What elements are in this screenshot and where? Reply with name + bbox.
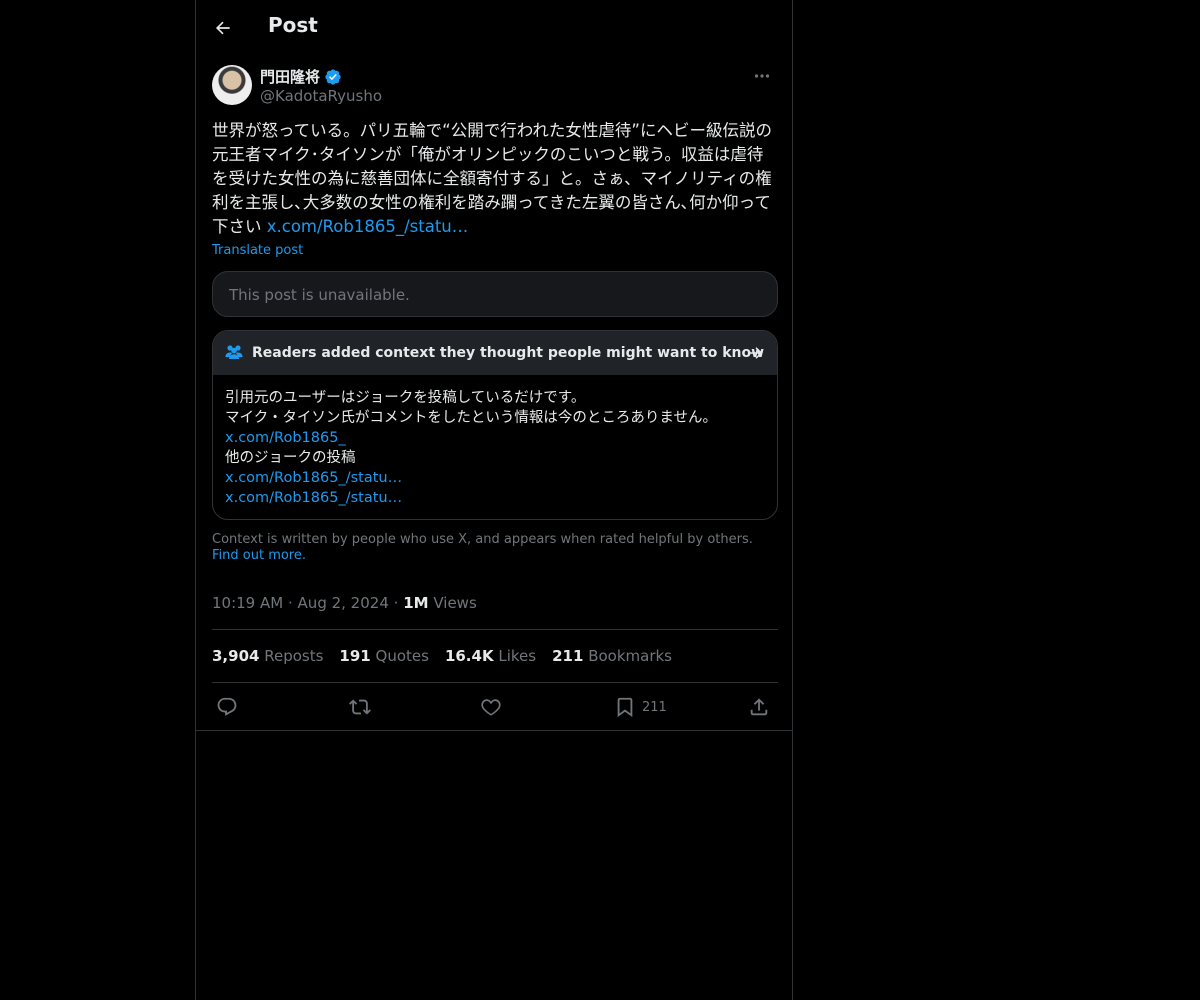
arrow-left-icon bbox=[215, 21, 230, 35]
context-text: Context is written by people who use X, … bbox=[212, 532, 753, 547]
page-title: Post bbox=[268, 13, 318, 37]
reposts-stat[interactable]: 3,904 Reposts bbox=[212, 647, 323, 665]
note-line: 他のジョークの投稿 bbox=[225, 450, 356, 466]
divider bbox=[212, 682, 778, 683]
arrow-right-icon bbox=[750, 347, 763, 359]
people-icon bbox=[225, 345, 243, 359]
note-line: 引用元のユーザーはジョークを投稿しているだけです。 bbox=[225, 390, 586, 406]
find-out-more-link[interactable]: Find out more. bbox=[212, 548, 306, 563]
post-author: 門田隆将 @KadotaRyusho bbox=[212, 64, 776, 108]
repost-button[interactable] bbox=[349, 694, 371, 720]
quoted-post-card: This post is unavailable. bbox=[212, 271, 778, 317]
post-stats: 3,904 Reposts 191 Quotes 16.4K Likes 211… bbox=[212, 647, 672, 665]
views-label: Views bbox=[433, 594, 477, 612]
meta-separator: · bbox=[393, 594, 399, 612]
bookmark-icon bbox=[617, 697, 633, 718]
post-column: Post 門田隆将 @KadotaRyusho 世界が怒っている。パリ五輪で“公… bbox=[195, 0, 793, 1000]
reposts-label: Reposts bbox=[264, 647, 324, 665]
note-link[interactable]: x.com/Rob1865_/statu… bbox=[225, 488, 765, 508]
bookmarks-count: 211 bbox=[552, 647, 584, 665]
likes-count: 16.4K bbox=[444, 647, 494, 665]
note-link[interactable]: x.com/Rob1865_/statu… bbox=[225, 468, 765, 488]
bookmarks-label: Bookmarks bbox=[588, 647, 672, 665]
quotes-stat[interactable]: 191 Quotes bbox=[339, 647, 429, 665]
author-name-row: 門田隆将 bbox=[260, 66, 342, 87]
author-display-name[interactable]: 門田隆将 bbox=[260, 66, 320, 87]
views-count: 1M bbox=[403, 594, 429, 612]
likes-label: Likes bbox=[498, 647, 537, 665]
community-note-title: Readers added context they thought peopl… bbox=[252, 345, 765, 361]
community-note-header[interactable]: Readers added context they thought peopl… bbox=[213, 331, 777, 375]
community-note-body: 引用元のユーザーはジョークを投稿しているだけです。 マイク・タイソン氏がコメント… bbox=[225, 388, 765, 508]
post-time[interactable]: 10:19 AM bbox=[212, 594, 283, 612]
post-text: 世界が怒っている。パリ五輪で“公開で行われた女性虐待”にヘビー級伝説の元王者マイ… bbox=[212, 119, 777, 239]
quotes-label: Quotes bbox=[375, 647, 429, 665]
unavailable-text: This post is unavailable. bbox=[229, 286, 410, 304]
note-line: マイク・タイソン氏がコメントをしたという情報は今のところありません。 bbox=[225, 410, 717, 426]
bookmark-count: 211 bbox=[642, 699, 667, 715]
back-button[interactable] bbox=[206, 11, 240, 45]
reposts-count: 3,904 bbox=[212, 647, 260, 665]
bookmarks-stat[interactable]: 211 Bookmarks bbox=[552, 647, 672, 665]
community-note: Readers added context they thought peopl… bbox=[212, 330, 778, 520]
meta-separator: · bbox=[287, 594, 293, 612]
heart-icon bbox=[481, 699, 501, 716]
post-header: Post bbox=[196, 0, 792, 54]
post-link[interactable]: x.com/Rob1865_/statu… bbox=[267, 217, 469, 236]
reply-button[interactable] bbox=[216, 694, 238, 720]
like-button[interactable] bbox=[480, 694, 502, 720]
post-date[interactable]: Aug 2, 2024 bbox=[298, 594, 389, 612]
author-handle[interactable]: @KadotaRyusho bbox=[260, 87, 382, 105]
reply-icon bbox=[217, 697, 237, 716]
avatar[interactable] bbox=[212, 65, 252, 105]
repost-icon bbox=[349, 699, 371, 715]
share-icon bbox=[750, 698, 768, 716]
action-bar: 211 bbox=[212, 694, 778, 720]
post-meta: 10:19 AM · Aug 2, 2024 · 1M Views bbox=[212, 594, 477, 612]
quotes-count: 191 bbox=[339, 647, 371, 665]
note-link[interactable]: x.com/Rob1865_ bbox=[225, 428, 765, 448]
bookmark-button[interactable]: 211 bbox=[614, 694, 667, 720]
divider bbox=[212, 629, 778, 630]
more-button[interactable] bbox=[748, 64, 776, 88]
translate-post-link[interactable]: Translate post bbox=[212, 243, 303, 258]
divider bbox=[196, 730, 792, 731]
verified-badge-icon[interactable] bbox=[324, 68, 342, 86]
likes-stat[interactable]: 16.4K Likes bbox=[445, 647, 536, 665]
context-footer: Context is written by people who use X, … bbox=[212, 532, 778, 564]
share-button[interactable] bbox=[748, 694, 770, 720]
more-horizontal-icon bbox=[754, 74, 770, 78]
